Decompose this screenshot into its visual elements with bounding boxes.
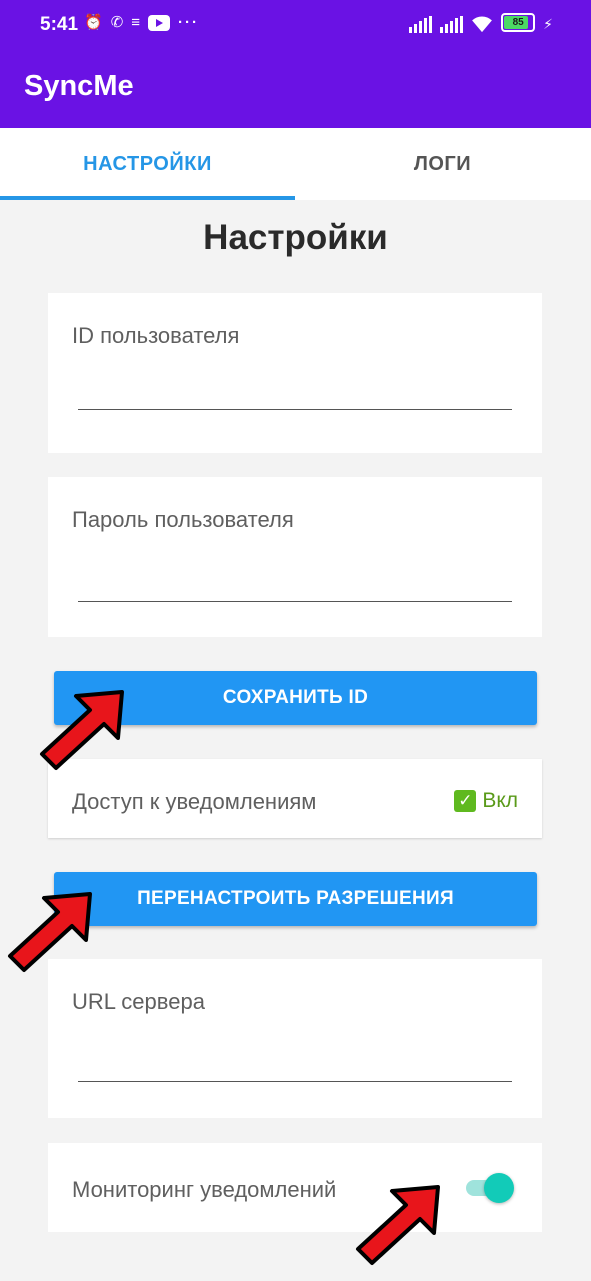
active-tab-indicator bbox=[0, 196, 295, 200]
status-time: 5:41 bbox=[40, 14, 79, 35]
youtube-icon bbox=[148, 15, 171, 31]
monitoring-label: Мониторинг уведомлений bbox=[72, 1177, 337, 1202]
app-title: SyncMe bbox=[24, 70, 134, 102]
notification-access-status: ✓ Вкл bbox=[454, 789, 518, 813]
tab-logs[interactable]: ЛОГИ bbox=[295, 128, 590, 200]
battery-icon: 85 bbox=[501, 13, 536, 32]
user-id-label: ID пользователя bbox=[72, 323, 240, 348]
app-bar: SyncMe bbox=[0, 43, 591, 128]
monitoring-toggle[interactable] bbox=[466, 1173, 514, 1203]
red-arrow-icon bbox=[356, 1185, 440, 1265]
server-url-card: URL сервера bbox=[48, 959, 542, 1118]
server-url-label: URL сервера bbox=[72, 989, 205, 1014]
signal-icon bbox=[440, 16, 464, 33]
muted-alarm-icon: ⏰ bbox=[84, 14, 103, 31]
layers-icon: ≡ bbox=[131, 14, 141, 31]
whatsapp-icon: ✆ bbox=[110, 14, 124, 31]
monitoring-card: Мониторинг уведомлений bbox=[48, 1143, 542, 1232]
battery-level: 85 bbox=[512, 17, 524, 28]
status-bar: 5:41 ⏰ ✆ ≡ ··· 85 ⚡ bbox=[0, 0, 591, 43]
server-url-input[interactable] bbox=[78, 1047, 512, 1082]
password-label: Пароль пользователя bbox=[72, 507, 294, 532]
status-left-icons: ⏰ ✆ ≡ ··· bbox=[84, 13, 199, 33]
notification-access-status-text: Вкл bbox=[482, 789, 518, 812]
red-arrow-icon bbox=[40, 690, 124, 770]
signal-icon bbox=[409, 16, 433, 33]
notification-access-label: Доступ к уведомлениям bbox=[72, 789, 317, 814]
check-mark-icon: ✓ bbox=[454, 790, 477, 812]
page-title: Настройки bbox=[203, 218, 388, 257]
toggle-knob bbox=[484, 1173, 514, 1203]
tab-bar: НАСТРОЙКИ ЛОГИ bbox=[0, 128, 591, 200]
wifi-icon bbox=[472, 16, 493, 33]
tab-settings[interactable]: НАСТРОЙКИ bbox=[0, 128, 295, 200]
password-input[interactable] bbox=[78, 567, 512, 602]
red-arrow-icon bbox=[8, 892, 92, 972]
reconfigure-permissions-button[interactable]: ПЕРЕНАСТРОИТЬ РАЗРЕШЕНИЯ bbox=[54, 872, 537, 926]
user-id-input[interactable] bbox=[78, 375, 512, 410]
charging-icon: ⚡ bbox=[543, 16, 553, 32]
more-dots-icon: ··· bbox=[178, 14, 200, 31]
user-id-card: ID пользователя bbox=[48, 293, 542, 453]
status-right-icons: 85 ⚡ bbox=[409, 13, 553, 33]
password-card: Пароль пользователя bbox=[48, 477, 542, 637]
